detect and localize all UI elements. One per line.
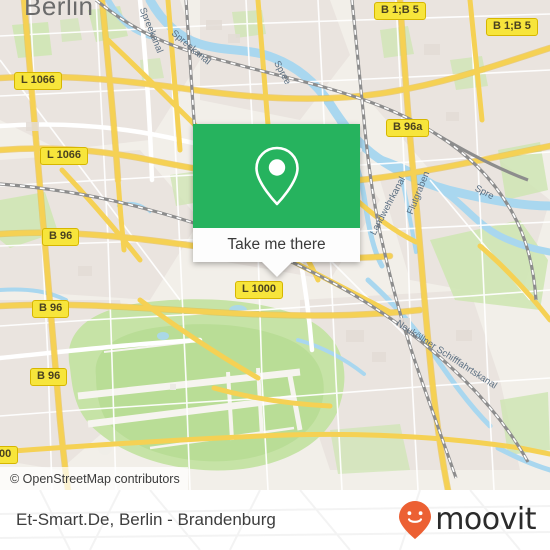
road-shield-b96-b[interactable]: B 96 bbox=[32, 300, 70, 318]
popup-action-label: Take me there bbox=[227, 236, 326, 253]
take-me-there-popup[interactable]: Take me there bbox=[193, 124, 360, 277]
location-pin-icon bbox=[254, 146, 299, 206]
popup-header bbox=[193, 124, 360, 228]
map-canvas[interactable]: Berlin Spreekanal Spreekanal Spree Spre … bbox=[0, 0, 550, 490]
popup-action-bar[interactable]: Take me there bbox=[193, 228, 360, 262]
road-shield-l1000-b[interactable]: 00 bbox=[0, 446, 19, 464]
road-shield-l1066-b[interactable]: L 1066 bbox=[40, 147, 89, 165]
moovit-smiley-pin-icon bbox=[399, 501, 432, 539]
road-shield-l1000-a[interactable]: L 1000 bbox=[235, 281, 284, 299]
osm-attribution[interactable]: © OpenStreetMap contributors bbox=[0, 467, 188, 490]
footer-bar: Et-Smart.De, Berlin - Brandenburg moovit bbox=[0, 490, 550, 550]
moovit-wordmark: moovit bbox=[435, 502, 536, 537]
road-shield-b96-a[interactable]: B 96 bbox=[42, 228, 80, 246]
osm-attribution-text: © OpenStreetMap contributors bbox=[10, 471, 180, 486]
place-title: Et-Smart.De, Berlin - Brandenburg bbox=[16, 510, 276, 529]
popup-tail bbox=[261, 262, 292, 277]
road-shield-b96-c[interactable]: B 96 bbox=[30, 368, 68, 386]
road-shield-b1b5-a[interactable]: B 1;B 5 bbox=[374, 2, 426, 20]
road-shield-l1066-a[interactable]: L 1066 bbox=[14, 72, 63, 90]
moovit-map-screen: Berlin Spreekanal Spreekanal Spree Spre … bbox=[0, 0, 550, 550]
moovit-logo[interactable]: moovit bbox=[398, 500, 536, 540]
road-shield-b96a[interactable]: B 96a bbox=[386, 119, 430, 137]
road-shield-b1b5-b[interactable]: B 1;B 5 bbox=[486, 18, 538, 36]
